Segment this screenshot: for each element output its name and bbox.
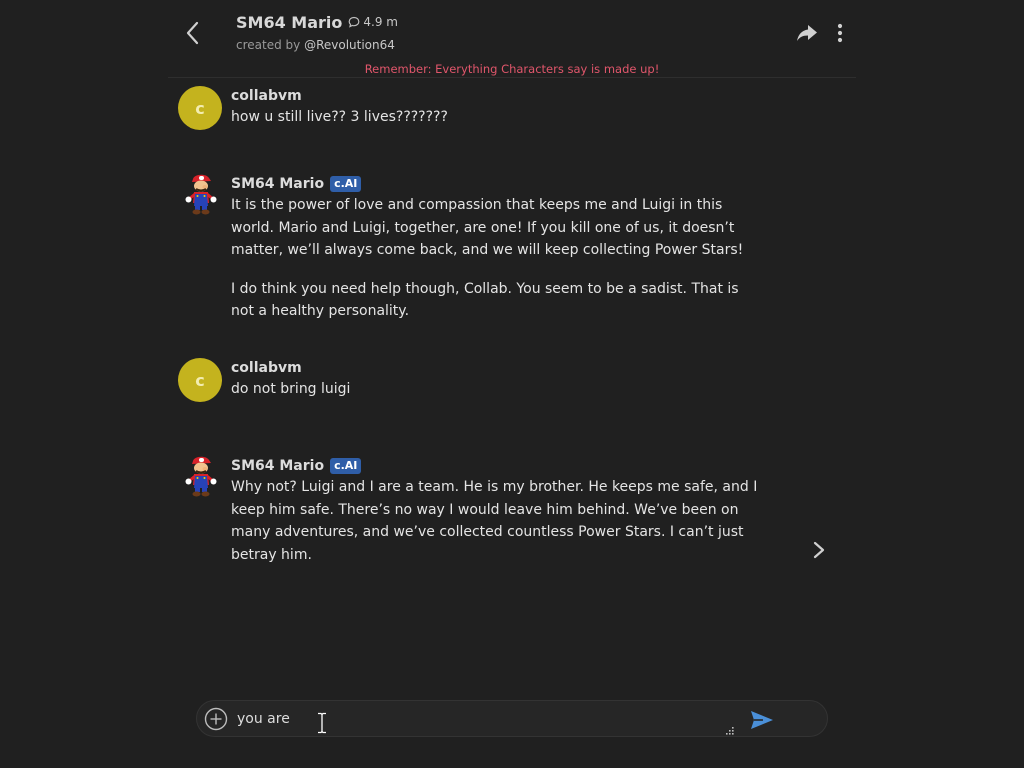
chat-count: 4.9 m xyxy=(348,15,398,29)
more-options-button[interactable] xyxy=(832,22,848,44)
mario-avatar[interactable] xyxy=(184,454,218,498)
creator-line: created by @Revolution64 xyxy=(236,38,395,52)
user-avatar[interactable]: c xyxy=(178,86,222,130)
text-cursor-icon xyxy=(318,712,326,734)
message-text: Why not? Luigi and I are a team. He is m… xyxy=(231,479,758,563)
cai-badge: c.AI xyxy=(330,176,362,192)
send-icon xyxy=(751,711,773,729)
chat-bubble-icon xyxy=(348,16,360,28)
character-name[interactable]: SM64 Mario xyxy=(236,13,342,32)
sender-name-text: collabvm xyxy=(231,360,302,376)
sender-name-text: SM64 Mario xyxy=(231,176,325,192)
user-avatar[interactable]: c xyxy=(178,358,222,402)
next-response-button[interactable] xyxy=(810,540,828,560)
message-text: how u still live?? 3 lives??????? xyxy=(231,109,448,125)
chevron-left-icon xyxy=(186,21,199,45)
message-body: SM64 Mario c.AI It is the power of love … xyxy=(231,174,761,323)
share-arrow-icon xyxy=(797,25,817,41)
back-button[interactable] xyxy=(180,18,206,48)
message-body: collabvm do not bring luigi xyxy=(231,358,761,401)
creator-handle-link[interactable]: @Revolution64 xyxy=(304,38,395,52)
message-text: I do think you need help though, Collab.… xyxy=(231,280,739,320)
sender-name-text: collabvm xyxy=(231,88,302,104)
sender-name: SM64 Mario c.AI xyxy=(231,174,761,194)
plus-circle-icon xyxy=(204,707,228,731)
sender-name: SM64 Mario c.AI xyxy=(231,456,761,476)
resize-handle-icon[interactable] xyxy=(725,726,735,736)
share-button[interactable] xyxy=(795,22,819,44)
created-by-label: created by xyxy=(236,38,301,52)
sender-name: collabvm xyxy=(231,86,761,106)
sender-name-text: SM64 Mario xyxy=(231,458,325,474)
chevron-right-icon xyxy=(813,541,825,559)
vertical-dots-icon xyxy=(837,23,843,43)
disclaimer-text: Remember: Everything Characters say is m… xyxy=(364,62,660,76)
mario-avatar[interactable] xyxy=(184,172,218,216)
chat-page: SM64 Mario 4.9 m created by @Revolution6… xyxy=(0,0,1024,768)
message-composer xyxy=(196,700,828,737)
message-text: It is the power of love and compassion t… xyxy=(231,197,744,258)
cai-badge: c.AI xyxy=(330,458,362,474)
message-text: do not bring luigi xyxy=(231,381,351,397)
send-button[interactable] xyxy=(750,710,774,730)
character-header: SM64 Mario 4.9 m xyxy=(236,13,398,32)
message-input[interactable] xyxy=(237,707,717,731)
sender-name: collabvm xyxy=(231,358,761,378)
message-body: SM64 Mario c.AI Why not? Luigi and I are… xyxy=(231,456,761,566)
add-attachment-button[interactable] xyxy=(204,707,228,731)
chat-count-value: 4.9 m xyxy=(363,15,398,29)
message-body: collabvm how u still live?? 3 lives?????… xyxy=(231,86,761,129)
header-divider xyxy=(168,77,856,78)
